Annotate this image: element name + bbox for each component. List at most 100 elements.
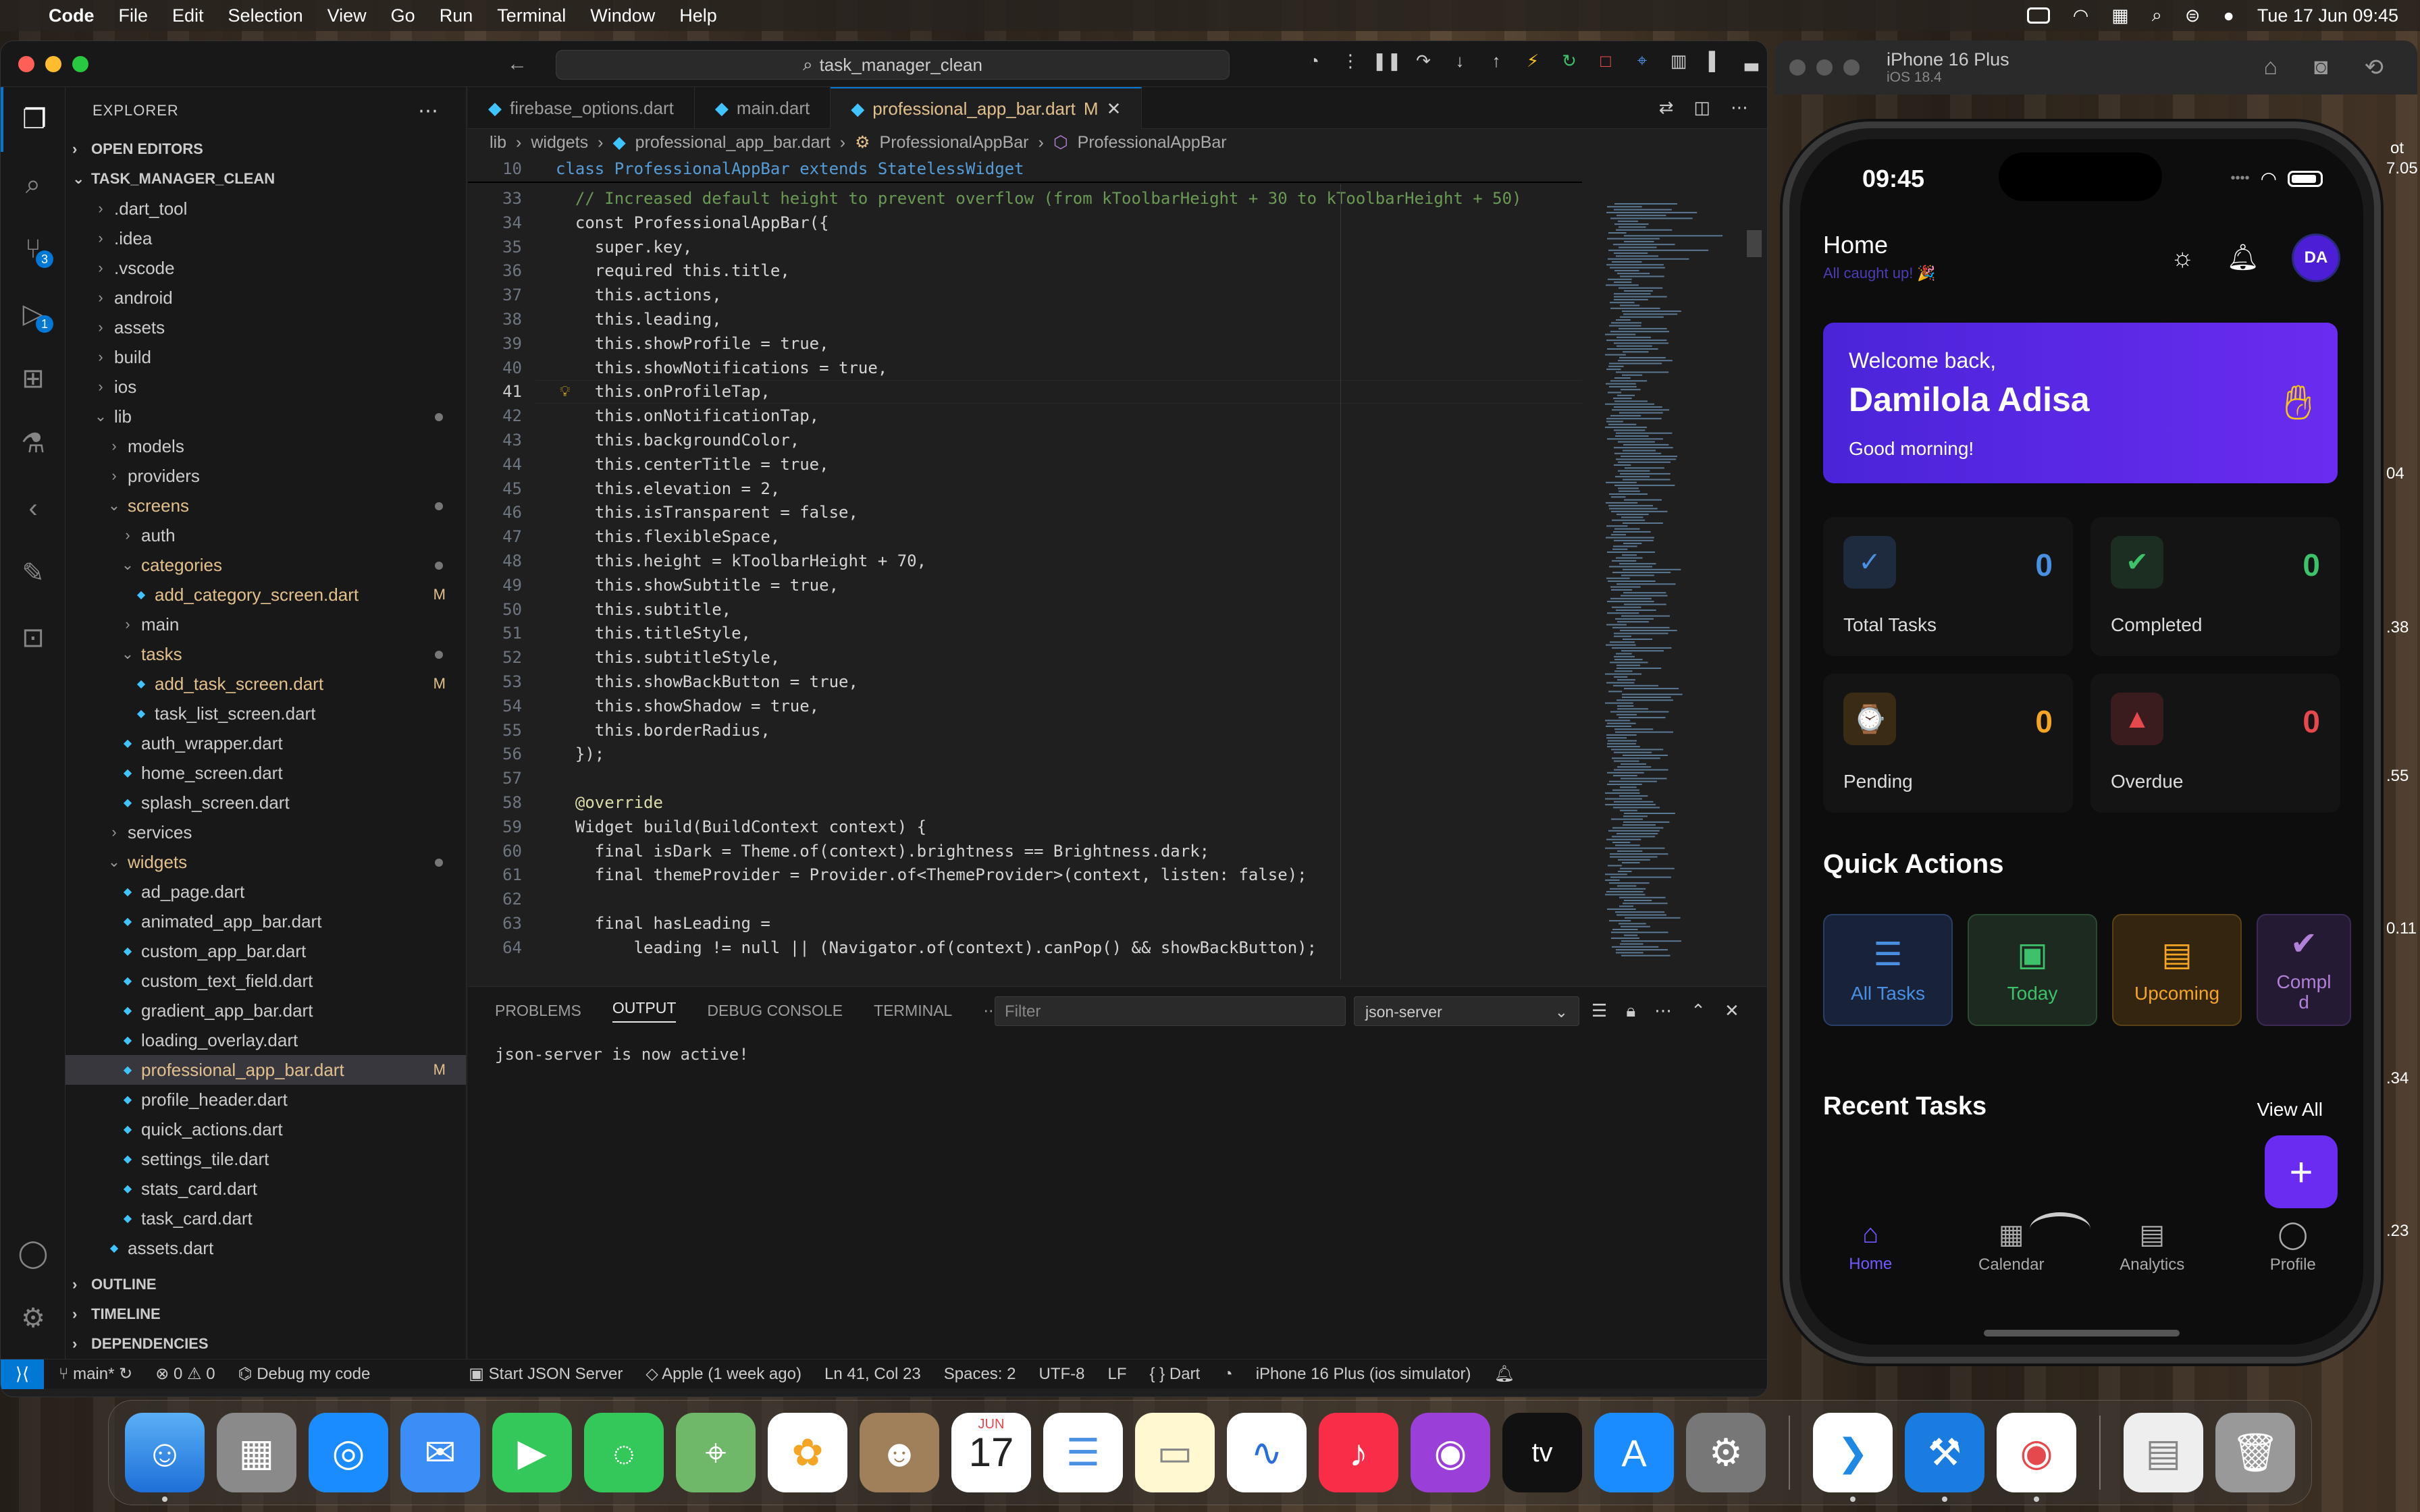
menu-run[interactable]: Run: [440, 5, 473, 26]
screenshot-icon[interactable]: ◙: [2314, 54, 2328, 81]
encoding[interactable]: UTF-8: [1038, 1365, 1084, 1384]
freeform-icon[interactable]: ∿: [1227, 1413, 1307, 1492]
breadcrumb-item[interactable]: widgets: [531, 133, 588, 153]
language-mode[interactable]: { } Dart: [1150, 1365, 1201, 1384]
tree-folder[interactable]: › .dart_tool: [65, 194, 466, 223]
timeline-section[interactable]: › TIMELINE: [65, 1299, 466, 1329]
lock-scroll-icon[interactable]: 🔒︎: [1626, 1000, 1635, 1022]
tree-folder[interactable]: › ios: [65, 372, 466, 402]
avatar[interactable]: DA: [2292, 234, 2340, 282]
open-editors-section[interactable]: › OPEN EDITORS: [65, 134, 466, 164]
toggle-sidebar-icon[interactable]: ▌: [1705, 51, 1725, 71]
stat-card-overdue[interactable]: ▲ 0 Overdue: [2090, 674, 2340, 813]
extensions-icon[interactable]: ⊞: [1, 346, 65, 411]
copilot-icon[interactable]: ◔: [1304, 51, 1324, 71]
output-channel-select[interactable]: json-server ⌄: [1354, 996, 1579, 1026]
control-center-icon[interactable]: ⊜: [2185, 5, 2201, 26]
tree-folder[interactable]: ⌄ tasks: [65, 639, 466, 669]
tree-file[interactable]: ◆ professional_app_bar.dart M: [65, 1055, 466, 1085]
tree-folder[interactable]: › providers: [65, 461, 466, 491]
preview-icon[interactable]: ▤: [2124, 1413, 2203, 1492]
app-store-icon[interactable]: A: [1594, 1413, 1674, 1492]
tree-file[interactable]: ◆ stats_card.dart: [65, 1174, 466, 1204]
tree-folder[interactable]: › build: [65, 342, 466, 372]
contacts-icon[interactable]: ☻: [860, 1413, 939, 1492]
nav-analytics[interactable]: ▤ Analytics: [2082, 1219, 2223, 1293]
task-status[interactable]: ▣ Start JSON Server: [469, 1364, 623, 1384]
tree-folder[interactable]: › auth: [65, 520, 466, 550]
drag-handle-icon[interactable]: ⋮: [1340, 51, 1361, 71]
tree-folder[interactable]: › .vscode: [65, 253, 466, 283]
stat-card-completed[interactable]: ✔ 0 Completed: [2090, 517, 2340, 656]
back-arrow-icon[interactable]: ←: [507, 53, 527, 76]
search-icon[interactable]: ⌕: [2152, 5, 2162, 26]
notifications-bell-icon[interactable]: 🔔︎: [2227, 243, 2259, 273]
podcasts-icon[interactable]: ◉: [1411, 1413, 1490, 1492]
calendar-app-icon[interactable]: JUN 17: [951, 1413, 1031, 1492]
tree-file[interactable]: ◆ task_card.dart: [65, 1204, 466, 1233]
clear-output-icon[interactable]: ☰: [1592, 1000, 1607, 1022]
menu-selection[interactable]: Selection: [228, 5, 303, 26]
menu-help[interactable]: Help: [679, 5, 717, 26]
tab-main[interactable]: ◆ main.dart: [695, 87, 831, 129]
tree-file[interactable]: ◆ gradient_app_bar.dart: [65, 996, 466, 1025]
home-indicator[interactable]: [1984, 1330, 2180, 1336]
photos-icon[interactable]: ✿: [768, 1413, 847, 1492]
home-icon[interactable]: ⌂: [2263, 54, 2278, 81]
step-over-icon[interactable]: ↷: [1413, 51, 1433, 71]
tv-icon[interactable]: tv: [1502, 1413, 1582, 1492]
tree-folder[interactable]: ⌄ categories: [65, 550, 466, 580]
zoom-window-button[interactable]: [72, 55, 88, 72]
breadcrumb-item[interactable]: lib: [490, 133, 506, 153]
menu-app-name[interactable]: Code: [49, 5, 95, 26]
maximize-panel-icon[interactable]: ⌃: [1691, 1000, 1706, 1022]
quick-action-upcoming[interactable]: ▤ Upcoming: [2112, 914, 2242, 1026]
nav-calendar[interactable]: ▦ Calendar: [1941, 1219, 2082, 1293]
minimap[interactable]: [1598, 203, 1747, 973]
tree-folder[interactable]: ⌄ screens: [65, 491, 466, 520]
tree-file[interactable]: ◆ ad_page.dart: [65, 877, 466, 907]
flutter-icon[interactable]: ‹: [1, 476, 65, 541]
tree-file[interactable]: ◆ add_task_screen.dart M: [65, 669, 466, 699]
notifications-bell-icon[interactable]: 🔔︎: [1494, 1364, 1515, 1384]
tree-file[interactable]: ◆ assets.dart: [65, 1233, 466, 1263]
settings-gear-icon[interactable]: ⚙: [1, 1286, 65, 1351]
problems-status[interactable]: ⊗ 0 ⚠ 0: [155, 1364, 215, 1384]
rotate-icon[interactable]: ⟲: [2365, 54, 2384, 81]
tree-folder[interactable]: › android: [65, 283, 466, 313]
commit-status[interactable]: ◇ Apple (1 week ago): [646, 1364, 801, 1384]
chrome-icon[interactable]: ◉: [1997, 1413, 2076, 1502]
remote-icon[interactable]: ⟩⟨: [1, 1359, 44, 1389]
step-into-icon[interactable]: ↓: [1450, 51, 1470, 71]
tree-folder[interactable]: ⌄ widgets: [65, 847, 466, 877]
zoom-window-button[interactable]: [1843, 59, 1860, 76]
quick-action-today[interactable]: ▣ Today: [1968, 914, 2097, 1026]
quick-action-completed[interactable]: ✔ Compl d: [2257, 914, 2351, 1026]
tree-file[interactable]: ◆ profile_header.dart: [65, 1085, 466, 1114]
facetime-icon[interactable]: ▶: [492, 1413, 572, 1492]
add-task-fab[interactable]: +: [2265, 1135, 2338, 1208]
search-view-icon[interactable]: ⌕: [1, 152, 65, 217]
remote-explorer-icon[interactable]: ⊡: [1, 605, 65, 670]
tree-file[interactable]: ◆ task_list_screen.dart: [65, 699, 466, 728]
end-of-line[interactable]: LF: [1107, 1365, 1126, 1384]
layout-icon[interactable]: ▥: [1668, 51, 1689, 71]
music-icon[interactable]: ♪: [1319, 1413, 1398, 1492]
command-center[interactable]: ⌕ task_manager_clean: [556, 50, 1230, 80]
tree-folder[interactable]: ⌄ lib: [65, 402, 466, 431]
maps-icon[interactable]: ⌖: [676, 1413, 756, 1492]
tree-file[interactable]: ◆ splash_screen.dart: [65, 788, 466, 817]
pause-icon[interactable]: ❚❚: [1372, 51, 1402, 71]
nav-home[interactable]: ⌂ Home: [1800, 1219, 1941, 1293]
nav-profile[interactable]: ◯ Profile: [2223, 1219, 2364, 1293]
code-editor[interactable]: 10 class ProfessionalAppBar extends Stat…: [468, 155, 1582, 979]
more-actions-icon[interactable]: ⋯: [1731, 97, 1748, 118]
minimize-window-button[interactable]: [45, 55, 61, 72]
pencil-icon[interactable]: ✎: [1, 541, 65, 605]
output-filter-input[interactable]: Filter: [995, 996, 1346, 1026]
indentation[interactable]: Spaces: 2: [944, 1365, 1016, 1384]
panel-tab-problems[interactable]: PROBLEMS: [495, 1002, 581, 1020]
more-actions-icon[interactable]: ⋯: [418, 99, 439, 123]
testing-icon[interactable]: ⚗: [1, 411, 65, 476]
view-all-link[interactable]: View All: [2257, 1099, 2323, 1120]
